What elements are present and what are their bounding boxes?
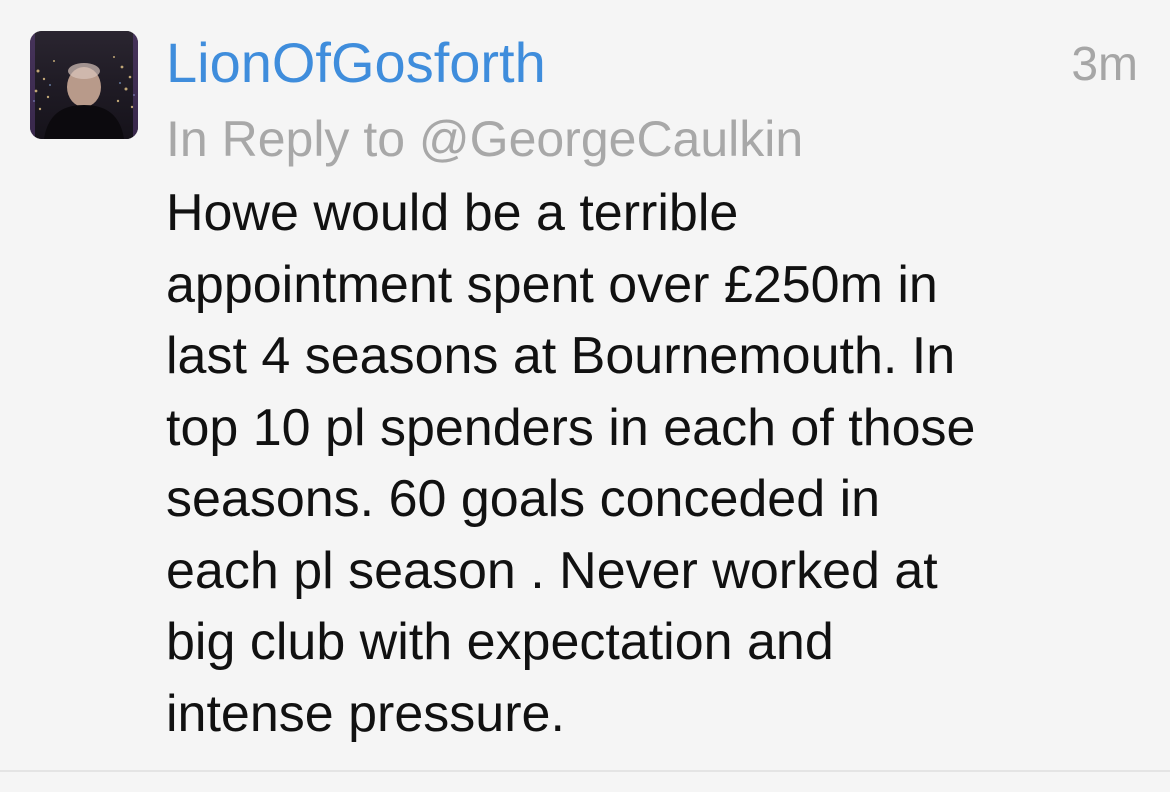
timestamp: 3m <box>1071 38 1138 91</box>
reply-prefix: In Reply to <box>166 111 406 167</box>
cell-divider <box>0 770 1170 772</box>
tweet-text: Howe would be a terrible appointment spe… <box>166 184 976 743</box>
tweet-cell[interactable]: LionOfGosforth 3m In Reply to @GeorgeCau… <box>0 0 1170 792</box>
reply-handle[interactable]: @GeorgeCaulkin <box>419 111 803 167</box>
avatar[interactable] <box>30 31 138 139</box>
username[interactable]: LionOfGosforth <box>166 30 546 96</box>
user-avatar-photo-icon <box>30 31 138 139</box>
reply-to-line: In Reply to @GeorgeCaulkin <box>166 108 803 170</box>
